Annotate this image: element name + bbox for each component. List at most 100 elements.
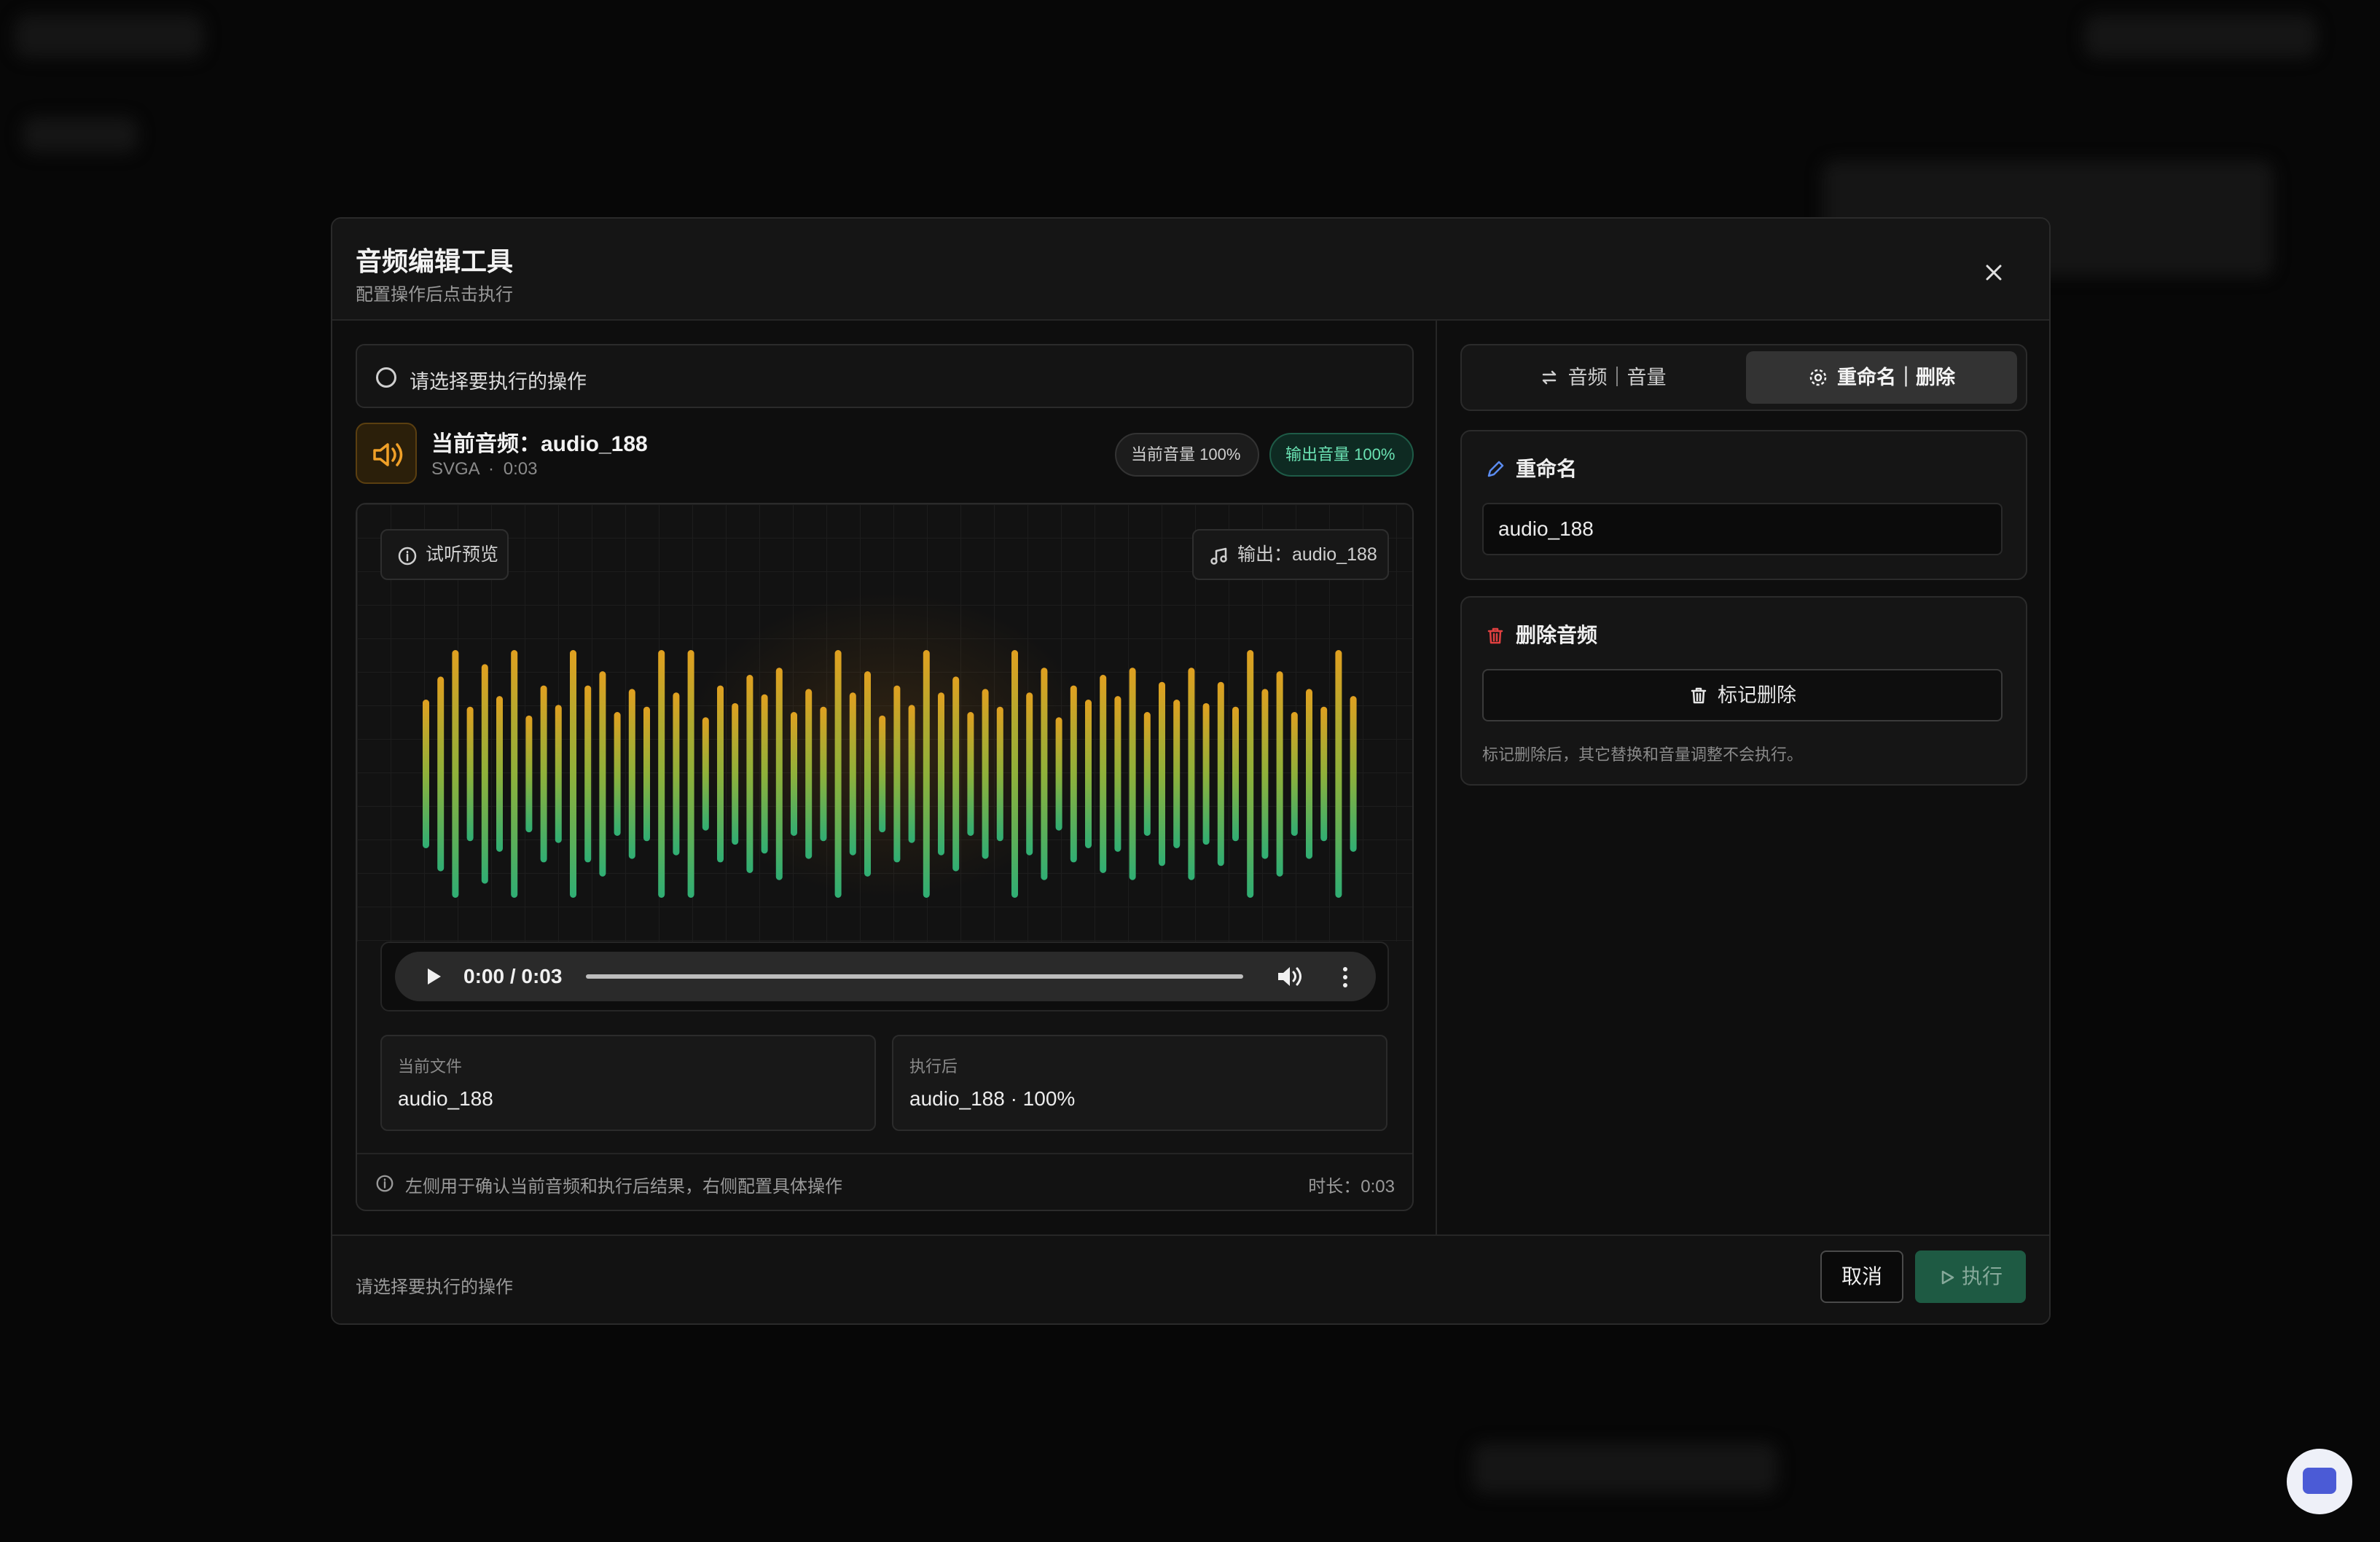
current-file-value: audio_188 (398, 1087, 493, 1110)
radio-circle-icon (376, 367, 396, 388)
preview-hint: 左侧用于确认当前音频和执行后结果，右侧配置具体操作 (405, 1177, 842, 1197)
waveform-bar (687, 650, 694, 898)
waveform-bar (938, 692, 944, 856)
waveform-bar (614, 712, 621, 836)
waveform-bar (1335, 650, 1342, 898)
waveform-bar (1306, 689, 1312, 859)
close-icon (1986, 265, 2002, 281)
footer-status: 请选择要执行的操作 (356, 1277, 513, 1297)
delete-note: 标记删除后，其它替换和音量调整不会执行。 (1482, 745, 1804, 764)
waveform-bar (452, 650, 459, 898)
music-note-icon (1210, 547, 1227, 565)
player-seek-bar[interactable] (586, 974, 1243, 979)
waveform-bar (1276, 671, 1283, 877)
current-file-card: 当前文件 audio_188 (380, 1035, 876, 1131)
dialog-subtitle: 配置操作后点击执行 (356, 285, 513, 305)
tab-rename-delete[interactable]: 重命名｜删除 (1746, 351, 2017, 404)
waveform-bar (540, 685, 547, 863)
waveform-bar (717, 685, 724, 863)
waveform-bar (1041, 668, 1048, 880)
background-sidebar (22, 117, 138, 153)
audio-duration: 0:03 (503, 459, 538, 479)
tab-audio-volume[interactable]: 音频｜音量 (1468, 351, 1737, 404)
rename-card: 重命名 (1460, 430, 2027, 580)
waveform-bar (775, 668, 783, 880)
volume-icon[interactable] (1275, 963, 1304, 990)
preview-footer: 左侧用于确认当前音频和执行后结果，右侧配置具体操作 时长：0:03 (357, 1153, 1412, 1210)
waveform-bar (893, 685, 901, 863)
current-audio-name: 当前音频：audio_188 (431, 432, 648, 456)
rename-input[interactable] (1482, 503, 2003, 555)
more-options-icon[interactable] (1339, 965, 1351, 990)
waveform (423, 650, 1357, 898)
close-button[interactable] (1979, 258, 2008, 287)
waveform-bar (1100, 675, 1107, 873)
waveform-bar (673, 692, 680, 856)
audio-format: SVGA (431, 459, 479, 479)
waveform-bar (1188, 668, 1195, 880)
delete-card: 删除音频 标记删除 标记删除后，其它替换和音量调整不会执行。 (1460, 596, 2027, 786)
operation-select[interactable]: 请选择要执行的操作 (356, 344, 1414, 408)
waveform-bar (628, 689, 635, 859)
waveform-bar (1129, 668, 1136, 880)
audio-meta-separator: · (488, 459, 495, 479)
waveform-bar (952, 676, 960, 872)
waveform-bar (791, 712, 797, 836)
trash-icon (1691, 687, 1707, 704)
play-icon[interactable] (424, 966, 443, 987)
duration-label: 时长：0:03 (1308, 1177, 1395, 1197)
operation-tabs: 音频｜音量 重命名｜删除 (1460, 344, 2027, 411)
waveform-bar (481, 664, 488, 884)
rename-title-text: 重命名 (1516, 458, 1578, 480)
waveform-bar (555, 705, 562, 843)
mark-delete-label: 标记删除 (1718, 684, 1796, 706)
current-file-label: 当前文件 (398, 1057, 463, 1076)
waveform-bar (1232, 706, 1239, 842)
waveform-bar (1026, 692, 1033, 856)
dialog-header: 音频编辑工具 配置操作后点击执行 (332, 219, 2049, 321)
waveform-bar (1350, 696, 1357, 852)
waveform-bar (584, 685, 592, 863)
cancel-button[interactable]: 取消 (1820, 1251, 1903, 1303)
waveform-bar (1247, 650, 1254, 898)
listen-preview-badge: 试听预览 (380, 529, 509, 580)
output-badge: 输出：audio_188 (1192, 529, 1389, 580)
execute-button[interactable]: 执行 (1915, 1251, 2026, 1303)
background-header (15, 15, 204, 58)
speaker-icon (373, 443, 403, 466)
waveform-bar (1114, 696, 1122, 852)
chat-icon (2303, 1468, 2336, 1494)
waveform-bar (1291, 712, 1298, 836)
waveform-bar (437, 676, 445, 872)
trash-icon (1487, 627, 1503, 644)
dialog-footer: 请选择要执行的操作 取消 执行 (332, 1234, 2049, 1323)
mark-delete-button[interactable]: 标记删除 (1482, 669, 2003, 721)
waveform-bar (834, 650, 842, 898)
delete-title-text: 删除音频 (1516, 624, 1598, 646)
after-exec-label: 执行后 (909, 1057, 958, 1076)
waveform-bar (525, 715, 533, 833)
waveform-bar (732, 702, 739, 845)
waveform-bar (982, 689, 989, 859)
waveform-bar (1143, 712, 1151, 836)
execute-label: 执行 (1961, 1265, 2003, 1288)
waveform-bar (1202, 702, 1210, 845)
waveform-bar (805, 689, 813, 859)
pencil-icon (1487, 461, 1504, 477)
waveform-bar (1055, 717, 1062, 831)
left-pane: 请选择要执行的操作 当前音频：audio_188 SVGA · 0:03 当前音… (332, 321, 1437, 1234)
output-volume-pill: 输出音量 100% (1269, 433, 1414, 477)
waveform-bar (466, 706, 474, 842)
waveform-bar (658, 650, 665, 898)
preview-panel: 试听预览 输出：audio_188 0:00 / 0:03 当前文件 audio… (356, 503, 1414, 1211)
audio-meta: SVGA · 0:03 (431, 459, 537, 480)
operation-select-label: 请选择要执行的操作 (410, 371, 587, 393)
waveform-bar (996, 706, 1003, 842)
info-icon (376, 1175, 394, 1192)
waveform-bar (967, 712, 974, 836)
chat-support-button[interactable] (2287, 1449, 2352, 1514)
audio-editor-dialog: 音频编辑工具 配置操作后点击执行 请选择要执行的操作 当前音频：audio_18… (331, 217, 2051, 1325)
dialog-title: 音频编辑工具 (356, 246, 514, 276)
waveform-bar (908, 705, 915, 843)
waveform-bar (879, 715, 886, 833)
